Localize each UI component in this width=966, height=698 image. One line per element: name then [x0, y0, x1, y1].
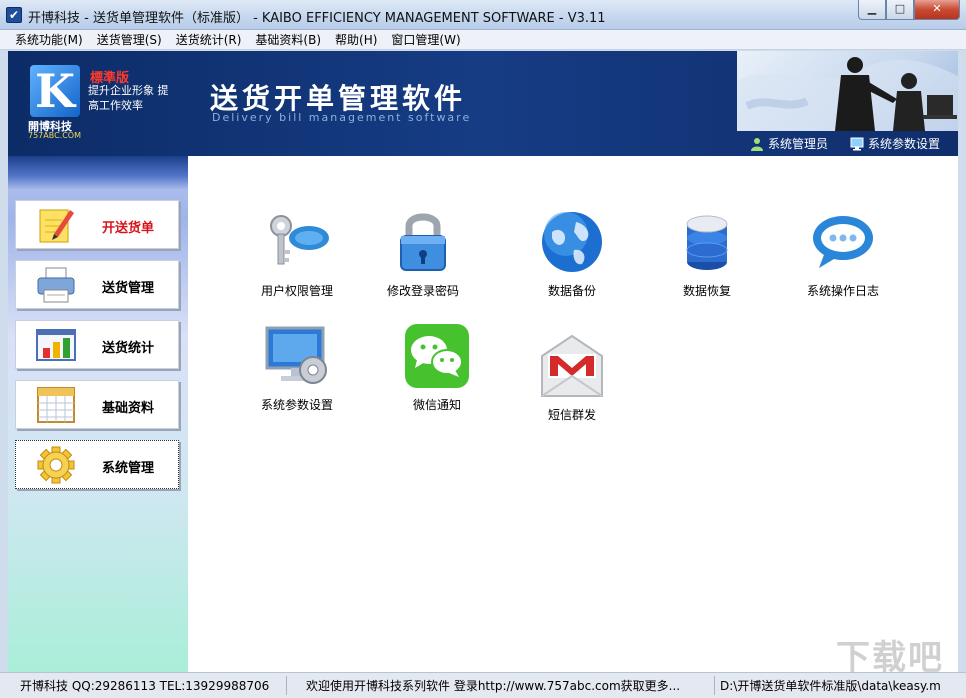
tile-operation-log[interactable]: 系统操作日志 — [788, 208, 898, 299]
close-button[interactable]: ✕ — [914, 0, 960, 20]
logo-url: 757ABC.COM — [28, 131, 82, 140]
tile-label: 修改登录密码 — [386, 284, 459, 298]
sidebar-item-label: 基础资料 — [102, 401, 155, 416]
tile-data-restore[interactable]: 数据恢复 — [652, 208, 762, 299]
tile-label: 用户权限管理 — [260, 284, 333, 298]
tile-sms-broadcast[interactable]: 短信群发 — [517, 332, 627, 423]
menu-delivery-management[interactable]: 送货管理(S) — [90, 31, 169, 48]
tile-label: 系统操作日志 — [806, 284, 879, 298]
tile-data-backup[interactable]: 数据备份 — [517, 208, 627, 299]
banner-subtitle: Delivery bill management software — [212, 111, 472, 124]
banner: K 開博科技 757ABC.COM 標準版 提升企业形象 提高工作效率 送货开单… — [8, 51, 958, 156]
current-user-label: 系统管理员 — [767, 137, 828, 151]
sidebar-item-create-delivery[interactable]: 开送货单 — [15, 200, 179, 249]
sidebar-item-label: 送货统计 — [102, 341, 155, 356]
gear-icon — [37, 446, 75, 484]
app-check-icon: ✔ — [6, 7, 22, 23]
window-title: 开博科技 - 送货单管理软件（标准版） - KAIBO EFFICIENCY M… — [28, 11, 606, 26]
window-controls: ▁ □ ✕ — [858, 0, 960, 20]
tile-wechat-notify[interactable]: 微信通知 — [382, 322, 492, 413]
system-settings-link[interactable]: 系统参数设置 — [850, 135, 940, 152]
menu-window-management[interactable]: 窗口管理(W) — [384, 31, 467, 48]
tile-label: 数据备份 — [547, 284, 596, 298]
status-company: 开博科技 QQ:29286113 TEL:13929988706 — [20, 679, 270, 693]
business-people-image — [737, 57, 958, 131]
user-icon — [750, 137, 763, 151]
minimize-button[interactable]: ▁ — [858, 0, 886, 20]
main-panel: 用户权限管理 修改登录密码 数据备份 数据恢复 系统操作日志 系统参数设置 微信… — [188, 156, 958, 672]
sidebar-item-delivery-management[interactable]: 送货管理 — [15, 260, 179, 309]
padlock-icon — [400, 213, 446, 271]
maximize-button[interactable]: □ — [886, 0, 914, 20]
sidebar-item-delivery-statistics[interactable]: 送货统计 — [15, 320, 179, 369]
calendar-grid-icon — [37, 387, 75, 423]
menu-basic-data[interactable]: 基础资料(B) — [248, 31, 328, 48]
system-settings-label: 系统参数设置 — [867, 137, 940, 151]
status-welcome: 欢迎使用开博科技系列软件 登录http://www.757abc.com获取更多… — [306, 679, 681, 693]
banner-photo — [737, 51, 958, 131]
sidebar-item-system-management[interactable]: 系统管理 — [15, 440, 179, 489]
status-db-path: D:\开博送货单软件标准版\data\keasy.m — [720, 679, 941, 693]
globe-icon — [542, 212, 602, 272]
keys-icon — [270, 215, 329, 265]
menu-bar: 系统功能(M) 送货管理(S) 送货统计(R) 基础资料(B) 帮助(H) 窗口… — [0, 30, 966, 50]
status-separator — [286, 676, 287, 695]
bar-chart-icon — [36, 329, 76, 361]
wechat-icon — [405, 324, 469, 388]
status-separator — [714, 676, 715, 695]
tile-system-settings[interactable]: 系统参数设置 — [242, 322, 352, 413]
sidebar-item-label: 开送货单 — [102, 221, 155, 236]
monitor-gear-icon — [265, 326, 327, 384]
banner-actions: 系统管理员 系统参数设置 — [750, 135, 940, 152]
tile-user-permissions[interactable]: 用户权限管理 — [242, 208, 352, 299]
menu-help[interactable]: 帮助(H) — [328, 31, 384, 48]
sidebar-header — [8, 156, 188, 190]
printer-icon — [37, 267, 75, 303]
pencil-note-icon — [39, 209, 74, 243]
tile-label: 数据恢复 — [682, 284, 731, 298]
tile-label: 系统参数设置 — [260, 398, 333, 412]
tile-label: 短信群发 — [547, 408, 596, 422]
sidebar-item-label: 系统管理 — [102, 461, 155, 476]
menu-delivery-statistics[interactable]: 送货统计(R) — [169, 31, 249, 48]
tile-label: 微信通知 — [412, 398, 461, 412]
monitor-icon — [850, 137, 864, 150]
sidebar: 开送货单 送货管理 送货统计 基础资料 系统管理 — [8, 156, 188, 672]
sidebar-item-label: 送货管理 — [102, 281, 155, 296]
logo-k-icon: K — [30, 65, 80, 117]
tile-change-password[interactable]: 修改登录密码 — [368, 208, 478, 299]
chat-bubble-icon — [813, 216, 873, 268]
mail-envelope-icon — [541, 334, 603, 397]
current-user-link[interactable]: 系统管理员 — [750, 135, 828, 152]
status-bar: 开博科技 QQ:29286113 TEL:13929988706 欢迎使用开博科… — [0, 672, 966, 698]
database-icon — [686, 215, 728, 270]
title-bar: ✔ 开博科技 - 送货单管理软件（标准版） - KAIBO EFFICIENCY… — [0, 0, 966, 30]
slogan: 提升企业形象 提高工作效率 — [88, 84, 169, 112]
sidebar-item-basic-data[interactable]: 基础资料 — [15, 380, 179, 429]
menu-system-functions[interactable]: 系统功能(M) — [8, 31, 90, 48]
